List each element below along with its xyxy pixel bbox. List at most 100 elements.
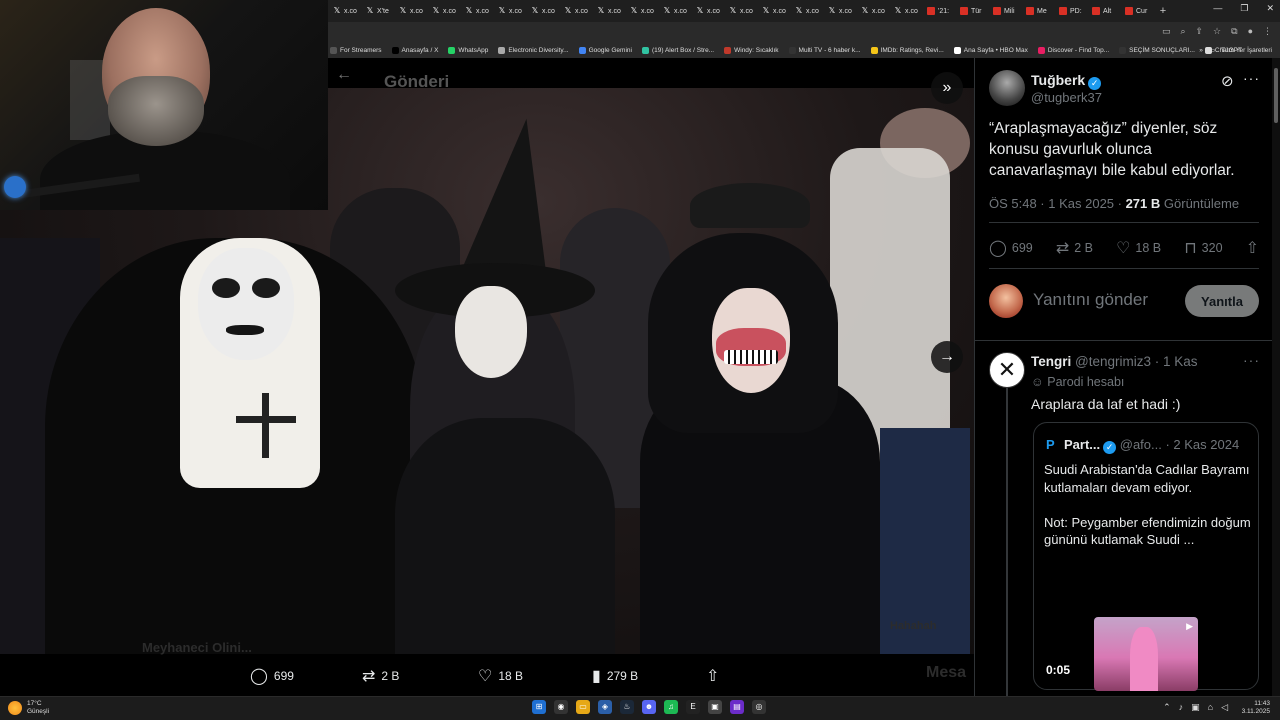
browser-tab[interactable]: '21: xyxy=(924,2,957,20)
menu-icon[interactable]: ⋮ xyxy=(1263,26,1272,37)
new-tab-button[interactable]: + xyxy=(1155,5,1171,17)
browser-tab[interactable]: Tür xyxy=(957,2,990,20)
tweet-timestamp[interactable]: ÖS 5:48 · 1 Kas 2025 · xyxy=(989,196,1126,211)
bookmark-item[interactable]: SEÇİM SONUÇLARI... xyxy=(1119,46,1195,54)
collapse-panel-button[interactable]: » xyxy=(931,72,963,104)
reply-author-avatar[interactable]: ✕ xyxy=(989,352,1025,388)
zoom-icon[interactable]: ⌕ xyxy=(1180,26,1185,37)
viewer-views-button[interactable]: ▮ 279 B xyxy=(592,666,638,686)
reply-more-icon[interactable]: ··· xyxy=(1243,352,1260,368)
clock[interactable]: 11:43 3.11.2025 xyxy=(1242,700,1270,716)
viewer-share-button[interactable]: ⇧ xyxy=(706,666,719,686)
next-image-button[interactable]: → xyxy=(931,341,963,373)
all-bookmarks-link[interactable]: Tüm Yer İşaretleri xyxy=(1221,47,1272,54)
browser-tab[interactable]: Cur xyxy=(1122,2,1155,20)
browser-tab[interactable]: 𝕏x.co xyxy=(528,2,561,20)
restore-icon[interactable]: ❐ xyxy=(1240,3,1248,14)
bookmark-item[interactable]: WhatsApp xyxy=(448,46,488,54)
cast-icon[interactable]: ▭ xyxy=(1162,26,1171,37)
bookmark-item[interactable]: Multi TV - 6 haber k... xyxy=(788,46,861,54)
reply-input[interactable]: Yanıtını gönder xyxy=(1033,290,1148,310)
browser-tab[interactable]: 𝕏 X'te xyxy=(363,2,396,20)
reply-button[interactable]: ◯ 699 xyxy=(989,238,1033,258)
app-icon[interactable]: ◈ xyxy=(598,700,612,714)
bookmark-item[interactable]: Electronic Diversity... xyxy=(498,46,569,54)
author-name-row[interactable]: Tuğberk ✓ xyxy=(1031,72,1102,90)
browser-tab[interactable]: Alt xyxy=(1089,2,1122,20)
bookmarks-more-button[interactable]: » xyxy=(1199,47,1203,54)
reply-author-handle[interactable]: @tengrimiz3 · 1 Kas xyxy=(1075,354,1198,369)
close-icon[interactable]: ✕ xyxy=(1266,3,1274,14)
browser-tab[interactable]: 𝕏x.co xyxy=(429,2,462,20)
browser-tab[interactable]: 𝕏x.co xyxy=(462,2,495,20)
author-name[interactable]: Tuğberk xyxy=(1031,72,1085,88)
grok-icon[interactable]: ⊘ xyxy=(1221,72,1234,90)
browser-tab[interactable]: 𝕏x.co xyxy=(825,2,858,20)
profile-icon[interactable]: ● xyxy=(1248,26,1253,37)
bookmark-button[interactable]: ⊓ 320 xyxy=(1184,238,1222,258)
bookmark-item[interactable]: (19) Alert Box / Stre... xyxy=(641,46,714,54)
bookmark-item[interactable]: Discover - Find Top... xyxy=(1037,46,1109,54)
browser-tab[interactable]: 𝕏x.co xyxy=(495,2,528,20)
browser-tab[interactable]: 𝕏x.co xyxy=(561,2,594,20)
share-icon[interactable]: ⇪ xyxy=(1196,26,1204,37)
browser-tab[interactable]: 𝕏x.co xyxy=(891,2,924,20)
browser-tab[interactable]: 𝕏x.co xyxy=(627,2,660,20)
bookmark-item[interactable]: IMDb: Ratings, Revi... xyxy=(870,46,944,54)
quoted-tweet[interactable]: P Part... ✓ @afo... · 2 Kas 2024 Suudi Ar… xyxy=(1033,422,1259,691)
browser-tab[interactable]: PD: xyxy=(1056,2,1089,20)
browser-tab[interactable]: 𝕏x.co xyxy=(792,2,825,20)
app-icon[interactable]: ▤ xyxy=(730,700,744,714)
minimize-icon[interactable]: — xyxy=(1213,3,1222,14)
bookmark-item[interactable]: Anasayfa / X xyxy=(391,46,438,54)
start-icon[interactable]: ⊞ xyxy=(532,700,546,714)
epic-games-icon[interactable]: E xyxy=(686,700,700,714)
browser-tab[interactable]: 𝕏x.co xyxy=(594,2,627,20)
chrome-icon[interactable]: ◉ xyxy=(554,700,568,714)
author-avatar[interactable] xyxy=(989,70,1025,106)
browser-tab[interactable]: 𝕏x.co xyxy=(693,2,726,20)
browser-tab[interactable]: 𝕏x.co xyxy=(330,2,363,20)
bookmark-star-icon[interactable]: ☆ xyxy=(1213,26,1221,37)
mic-icon[interactable]: ♪ xyxy=(1179,702,1184,713)
author-handle[interactable]: @tugberk37 xyxy=(1031,90,1102,105)
discord-icon[interactable]: ☻ xyxy=(642,700,656,714)
address-bar[interactable]: ▭ ⌕ ⇪ ☆ ⧉ ● ⋮ xyxy=(328,22,1280,42)
steam-icon[interactable]: ♨ xyxy=(620,700,634,714)
app-icon[interactable]: ▣ xyxy=(708,700,722,714)
bookmark-item[interactable]: Windy: Sıcaklık xyxy=(724,46,779,54)
obs-icon[interactable]: ◎ xyxy=(752,700,766,714)
browser-tab[interactable]: 𝕏x.co xyxy=(858,2,891,20)
browser-tab[interactable]: 𝕏x.co xyxy=(726,2,759,20)
volume-icon[interactable]: ◁ xyxy=(1221,702,1228,713)
share-button[interactable]: ⇧ xyxy=(1246,238,1259,258)
viewer-repost-button[interactable]: ⇄ 2 B xyxy=(362,666,399,686)
bookmark-item[interactable]: Ana Sayfa • HBO Max xyxy=(953,46,1028,54)
browser-tab[interactable]: 𝕏x.co xyxy=(396,2,429,20)
browser-tab[interactable]: Me xyxy=(1023,2,1056,20)
file-explorer-icon[interactable]: ▭ xyxy=(576,700,590,714)
bookmark-item[interactable]: Google Gemini xyxy=(578,46,632,54)
user-avatar[interactable] xyxy=(989,284,1023,318)
app-tray-icon[interactable]: ▣ xyxy=(1191,702,1200,713)
network-icon[interactable]: ⌂ xyxy=(1208,702,1213,713)
viewer-like-button[interactable]: ♡ 18 B xyxy=(478,666,523,686)
browser-tab[interactable]: 𝕏x.co xyxy=(660,2,693,20)
tray-chevron-icon[interactable]: ⌃ xyxy=(1163,702,1171,713)
viewer-reply-button[interactable]: ◯ 699 xyxy=(250,666,294,686)
spotify-icon[interactable]: ♫ xyxy=(664,700,678,714)
back-arrow-icon[interactable]: ← xyxy=(336,66,352,84)
browser-tab[interactable]: 𝕏x.co xyxy=(759,2,792,20)
quoted-video-thumbnail[interactable]: ▶ xyxy=(1094,617,1198,691)
reply-author-name[interactable]: Tengri xyxy=(1031,354,1071,369)
browser-tab[interactable]: Mili xyxy=(990,2,1023,20)
like-button[interactable]: ♡ 18 B xyxy=(1116,238,1161,258)
bookmark-item[interactable]: For Streamers xyxy=(330,46,382,54)
weather-widget[interactable]: 17°C Güneşli xyxy=(8,700,49,716)
scrollbar-thumb[interactable] xyxy=(1274,68,1278,123)
panel-scrollbar[interactable] xyxy=(1272,58,1280,696)
repost-button[interactable]: ⇄ 2 B xyxy=(1056,238,1093,258)
reply-submit-button[interactable]: Yanıtla xyxy=(1185,285,1259,317)
more-options-icon[interactable]: ··· xyxy=(1243,70,1260,86)
extensions-icon[interactable]: ⧉ xyxy=(1231,26,1237,37)
